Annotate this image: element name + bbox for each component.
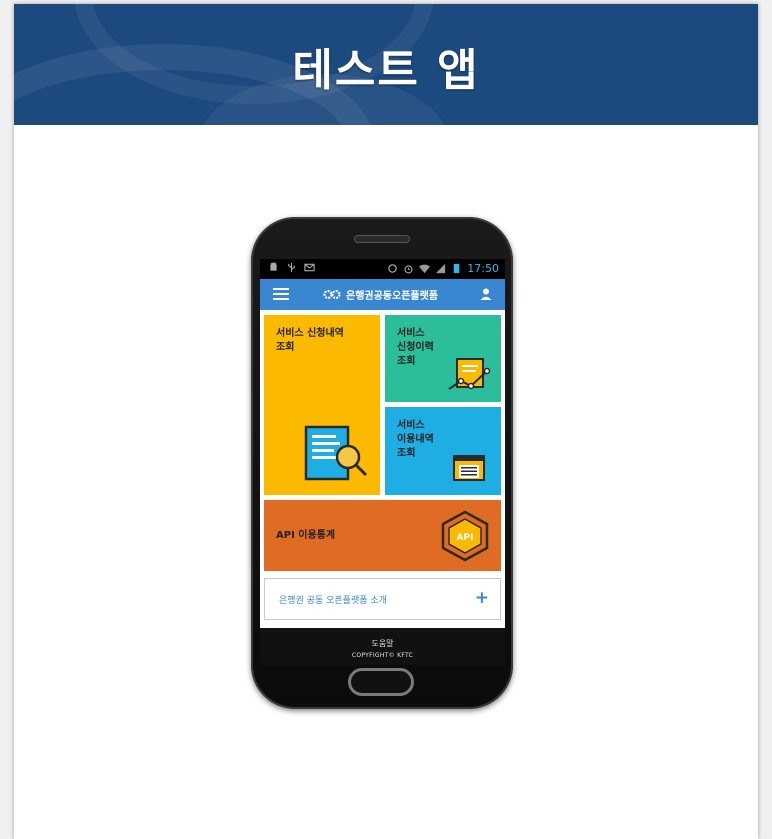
home-button[interactable]: [348, 668, 414, 696]
page-frame: 테스트 앱 17:50 은행권공동오픈플랫폼 서비스 신청내역 조회 서비스 신…: [14, 4, 758, 839]
expand-plus-icon[interactable]: +: [475, 588, 489, 608]
list-window-icon: [453, 455, 485, 481]
app-bar: 은행권공동오픈플랫폼: [260, 279, 505, 310]
signal-icon: [436, 263, 446, 274]
intro-link[interactable]: 은행권 공동 오픈플랫폼 소개 +: [264, 578, 501, 620]
tile-label: API 이용통계: [276, 530, 336, 541]
phone-speaker: [354, 235, 410, 243]
phone-mockup: 17:50 은행권공동오픈플랫폼 서비스 신청내역 조회 서비스 신청이력 조회…: [251, 217, 513, 709]
app-footer: 도움말 COPYFIGHT© KFTC: [260, 628, 505, 665]
status-bar: 17:50: [260, 259, 505, 279]
tile-api-usage-stats[interactable]: API 이용통계 API: [264, 500, 501, 571]
user-icon[interactable]: [479, 287, 493, 301]
api-hexagon-icon: API: [441, 510, 489, 562]
android-debug-icon: [270, 262, 277, 271]
page-title: 테스트 앱: [292, 45, 480, 96]
hamburger-menu-icon[interactable]: [273, 288, 289, 301]
gear-logo-icon: [323, 289, 341, 300]
tile-service-request-history[interactable]: 서비스 신청이력 조회: [385, 315, 501, 402]
wifi-icon: [419, 264, 431, 274]
alarm-icon: [404, 265, 413, 274]
tile-label: 서비스 이용내역 조회: [397, 420, 434, 459]
tile-label: 서비스 신청이력 조회: [397, 328, 434, 367]
intro-label: 은행권 공동 오픈플랫폼 소개: [279, 596, 387, 606]
app-title-text: 은행권공동오픈플랫폼: [346, 291, 438, 302]
chart-document-icon: [448, 358, 491, 390]
tile-service-application-history[interactable]: 서비스 신청내역 조회: [264, 315, 380, 495]
tile-service-usage-history[interactable]: 서비스 이용내역 조회: [385, 407, 501, 495]
api-badge-text: API: [457, 533, 474, 543]
header-banner: 테스트 앱: [14, 4, 758, 125]
usb-icon: [288, 262, 295, 273]
tile-label: 서비스 신청내역 조회: [276, 328, 344, 353]
phone-screen: 17:50 은행권공동오픈플랫폼 서비스 신청내역 조회 서비스 신청이력 조회…: [260, 259, 505, 665]
status-time: 17:50: [467, 262, 499, 275]
document-search-icon: [304, 425, 368, 481]
sync-icon: [388, 264, 398, 273]
app-title: 은행권공동오픈플랫폼: [322, 287, 438, 302]
copyright-text: COPYFIGHT© KFTC: [351, 652, 414, 659]
battery-icon: [454, 263, 460, 274]
mail-icon: [304, 263, 315, 272]
help-link[interactable]: 도움말: [260, 638, 505, 649]
